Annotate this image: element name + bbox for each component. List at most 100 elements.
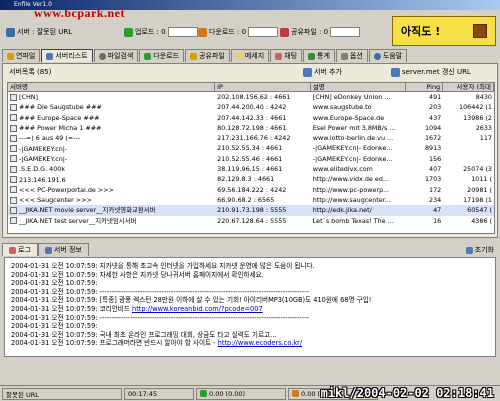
log-link[interactable]: http://www.koreanbid.com/?pcode=007 [132, 305, 263, 313]
log-text: 2004-01-31 오전 10:07:59: 지카넷을 통해 초고속 인터넷을… [11, 262, 315, 270]
cell-text: 106442 (1 [459, 103, 492, 112]
tab-server-list[interactable]: 서버리스트 [41, 49, 93, 62]
cell-text: 20981 ( [467, 185, 492, 194]
table-cell: 8913 [406, 143, 443, 153]
cell-text: __JIKA.NET test server__지카넷임시서버 [19, 216, 137, 225]
add-server-button[interactable]: 서버 추가 [303, 67, 342, 77]
table-row[interactable]: __JIKA.NET test server__지카넷임시서버 220.67.12… [8, 216, 494, 226]
log-text: 2004-01-31 오전 10:07:59: [특종] 광풍 렉스턴 28만원… [11, 296, 372, 305]
server-list-subbar: 서버목록 (85) 서버 추가 server.met 갱신 URL [3, 64, 497, 80]
tab-file[interactable]: 연파일 [2, 49, 41, 62]
tab-server-info[interactable]: 서버 정보 [37, 243, 89, 256]
tab-chat[interactable]: 채팅 [270, 49, 303, 62]
table-cell: www.lotto-berlin.de.vu ... [311, 133, 407, 143]
cell-text: ---=) 6 aus 49 (=--- [19, 134, 81, 143]
tab-label: 서버리스트 [55, 52, 88, 60]
table-cell: 207.44.142.33 : 4661 [215, 113, 311, 123]
cell-text: 25074 (3 [463, 165, 492, 174]
table-cell: 66.90.68.2 : 6565 [215, 195, 311, 205]
table-row[interactable]: ### Die Saugstube ### 207.44.200.40 : 424… [8, 102, 494, 112]
tab-message[interactable]: 메세지 [230, 49, 270, 62]
table-row[interactable]: 213.146.191.6 82.129.8.3 : 4661 http://www… [8, 174, 494, 184]
table-row[interactable]: ---=) 6 aus 49 (=--- 217.231.166.76 : 424… [8, 133, 494, 143]
cell-text: 1672 [424, 134, 442, 143]
table-cell: 80.128.72.198 : 4661 [215, 123, 311, 133]
column-header[interactable]: Ping [406, 83, 444, 91]
server-row-icon [10, 93, 17, 101]
server-list-icon [46, 52, 54, 60]
ad-banner[interactable]: 아직도 ! [392, 16, 496, 46]
table-row[interactable]: <<< PC-Powerportal.de >>> 69.56.184.222 :… [8, 185, 494, 195]
table-cell: 82.129.8.3 : 4661 [215, 174, 311, 184]
status-url: 잘못된 URL [2, 387, 122, 400]
table-cell: -|GAMEKEY.cn|- [8, 143, 215, 153]
table-row[interactable]: -|GAMEKEY.cn|- 210.52.55.46 : 4661 -|GAMEK… [8, 154, 494, 164]
table-cell: ---=) 6 aus 49 (=--- [8, 133, 215, 143]
column-header[interactable]: 사용자 (최대 [443, 83, 494, 91]
table-cell: Let`s bomb Texas! The ... [311, 216, 407, 226]
log-text: 2004-01-31 오전 10:07:59: 코리안비드 [11, 304, 133, 313]
cell-text: 172 [429, 185, 442, 194]
tab-help[interactable]: 도움말 [368, 49, 408, 62]
cell-text: 4386 ( [471, 216, 492, 225]
table-cell: 1094 [406, 123, 443, 133]
cell-text: 82.129.8.3 : 4661 [217, 175, 275, 184]
table-cell: http://www.saugcenter... [311, 195, 407, 205]
tab-label: 채팅 [284, 52, 298, 60]
cell-text: 437 [429, 113, 442, 122]
log-line: 2004-01-31 오전 10:07:59: 자세한 사항은 지카넷 당나귀서… [11, 271, 489, 280]
tab-label: 통계 [317, 52, 330, 60]
table-cell: 106442 (1 [443, 102, 494, 112]
table-row[interactable]: -|GAMEKEY.cn|- 210.52.55.34 : 4661 -|GAMEK… [8, 143, 494, 153]
cell-text: <<< Saugcenter >>> [19, 196, 92, 205]
table-cell: 202.108.156.62 : 4661 [215, 92, 311, 102]
tab-shared[interactable]: 공유파일 [185, 49, 230, 62]
log-link[interactable]: http://www.ecoders.co.kr/ [218, 339, 302, 347]
table-cell: 38.119.96.15 : 4661 [215, 164, 311, 174]
server-list-title: 서버목록 (85) [9, 68, 52, 76]
table-cell: 1672 [406, 133, 443, 143]
down-speed: 0.00 (0.00) [209, 389, 246, 398]
log-text: 2004-01-31 오전 10:07:59: ----------------… [11, 287, 309, 296]
reset-button[interactable]: 초기화 [465, 245, 494, 255]
shared-folder-icon [190, 52, 198, 60]
column-header[interactable]: 서버명 [8, 83, 216, 91]
tab-log[interactable]: 로그 [2, 243, 38, 256]
tab-label: 공유파일 [199, 52, 225, 60]
tab-search[interactable]: 파일검색 [93, 49, 139, 62]
column-header[interactable]: IP [215, 83, 311, 91]
cell-text: 60547 ( [467, 206, 492, 215]
table-cell: 1703 [406, 174, 443, 184]
table-row[interactable]: [CHN] 202.108.156.62 : 4661 [CHN] eDonkey … [8, 92, 494, 102]
table-row[interactable]: ### Power Micha 1 ### 80.128.72.198 : 466… [8, 123, 494, 133]
tab-stats[interactable]: 통계 [303, 49, 335, 62]
log-line: 2004-01-31 오전 10:07:59: 지카넷을 통해 초고속 인터넷을… [11, 262, 489, 271]
table-row[interactable]: .S.E.D.G. 400k 38.119.96.15 : 4661 www.eli… [8, 164, 494, 174]
cell-text: -|GAMEKEY.cn|- Edonke... [312, 154, 393, 163]
table-row[interactable]: <<< Saugcenter >>> 66.90.68.2 : 6565 http:… [8, 195, 494, 205]
tab-download[interactable]: 다운로드 [139, 49, 185, 62]
stats-icon [308, 52, 316, 60]
table-cell: http://edk.jika.net/ [311, 205, 407, 215]
tab-options[interactable]: 옵션 [335, 49, 368, 62]
table-cell: -|GAMEKEY.cn|- Edonke... [311, 154, 407, 164]
table-row[interactable]: ### Europe-Space ### 207.44.142.33 : 4661… [8, 113, 494, 123]
cell-text: 156 [429, 154, 442, 163]
cell-text: 491 [429, 93, 442, 101]
cell-text: 16 [433, 216, 442, 225]
column-header[interactable]: 설명 [311, 83, 407, 91]
cell-text: 8430 [475, 93, 492, 101]
cell-text: ### Die Saugstube ### [19, 103, 102, 112]
share-field [330, 27, 361, 37]
server-row-icon [10, 217, 17, 225]
refresh-server-met-button[interactable]: server.met 갱신 URL [391, 67, 471, 77]
table-cell: 172 [406, 185, 443, 195]
cell-text: [CHN] eDonkey Union ... [312, 93, 391, 101]
tab-label: 연파일 [16, 52, 36, 60]
cell-text: ### Europe-Space ### [19, 113, 100, 122]
tab-label: 서버 정보 [53, 246, 82, 254]
timestamp-overlay: mikl/2004-02-02 02:18:41 [320, 386, 494, 400]
log-line: 2004-01-31 오전 10:07:59: [특종] 광풍 렉스턴 28만원… [11, 296, 489, 305]
table-cell: -|GAMEKEY.cn|- [8, 154, 215, 164]
table-row[interactable]: __JIKA.NET movie server__지카넷영화교환서버 210.91… [8, 205, 494, 216]
